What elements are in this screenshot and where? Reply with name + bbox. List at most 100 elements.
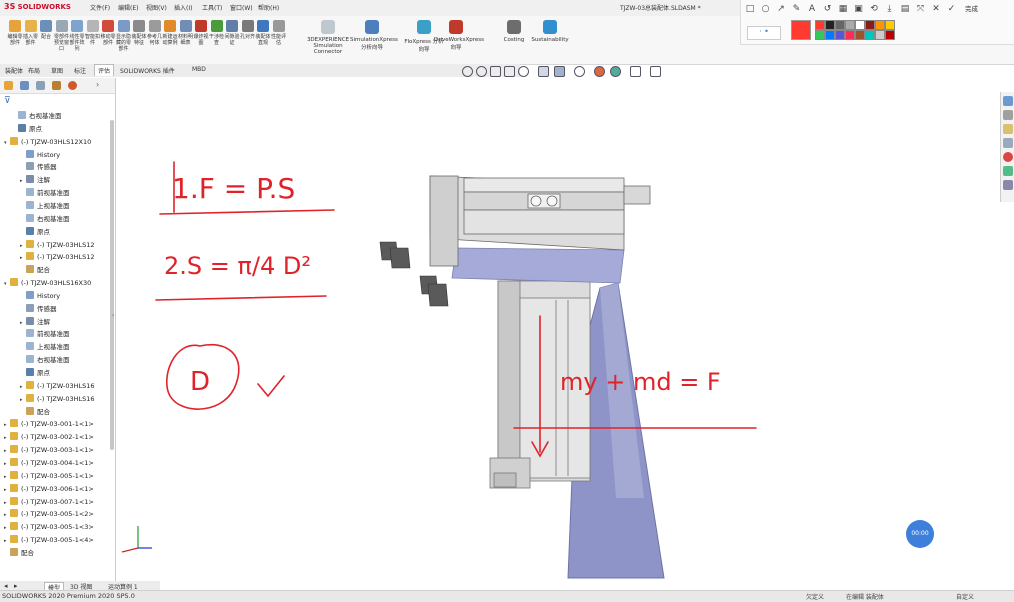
tree-item[interactable]: ▸ (-) TJZW-03-002-1<1> xyxy=(4,431,94,443)
tree-item[interactable]: 原点 xyxy=(12,123,42,135)
display-style-icon[interactable] xyxy=(554,66,565,77)
tree-item[interactable]: 传感器 xyxy=(20,303,57,315)
tree-item[interactable]: History xyxy=(20,290,60,302)
tree-item[interactable]: ▸ (-) TJZW-03-003-1<1> xyxy=(4,444,94,456)
chevron-right-icon[interactable]: › xyxy=(96,80,99,89)
solidworks-resources-icon[interactable] xyxy=(1003,96,1013,106)
filter-icon[interactable]: ⊽ xyxy=(4,96,11,106)
recording-timer[interactable]: 00:00 xyxy=(906,520,934,548)
tree-item[interactable]: 前视基准面 xyxy=(20,187,70,199)
zoom-to-area-icon[interactable] xyxy=(476,66,487,77)
tree-item[interactable]: ▸ 注解 xyxy=(20,174,50,186)
menu-insert[interactable]: 插入(I) xyxy=(174,3,192,12)
color-swatch[interactable] xyxy=(845,20,855,30)
zoom-to-fit-icon[interactable] xyxy=(462,66,473,77)
tab-scroll-left-icon[interactable]: ◂ xyxy=(4,582,8,590)
ribbon-button[interactable]: 性能评估 xyxy=(270,20,288,46)
tree-item[interactable]: ▾ (-) TJZW-03HLS12X10 xyxy=(4,136,91,148)
color-swatch[interactable] xyxy=(875,30,885,40)
menu-view[interactable]: 视图(V) xyxy=(146,3,167,12)
confirm-icon[interactable]: ✓ xyxy=(947,4,957,14)
tree-item[interactable]: 右视基准面 xyxy=(20,354,70,366)
expand-icon[interactable]: ⤧ xyxy=(916,4,926,14)
menu-file[interactable]: 文件(F) xyxy=(90,3,110,12)
color-swatch[interactable] xyxy=(885,30,895,40)
tree-item[interactable]: ▸ (-) TJZW-03-005-1<4> xyxy=(4,534,94,546)
color-swatch[interactable] xyxy=(825,20,835,30)
dynamic-annotation-icon[interactable] xyxy=(518,66,529,77)
view-palette-icon[interactable] xyxy=(1003,138,1013,148)
menu-window[interactable]: 窗口(W) xyxy=(230,3,253,12)
redo-icon[interactable]: ⟲ xyxy=(869,4,879,14)
tree-item[interactable]: ▸ (-) TJZW-03HLS16 xyxy=(20,393,95,405)
collapse-panel-icon[interactable]: ‹ xyxy=(112,312,114,319)
edit-appearance-icon[interactable] xyxy=(594,66,605,77)
mosaic-tool-icon[interactable]: ▦ xyxy=(838,4,848,14)
tree-item[interactable]: ▸ (-) TJZW-03-007-1<1> xyxy=(4,496,94,508)
done-button[interactable]: 完成 xyxy=(965,3,978,13)
color-swatch[interactable] xyxy=(875,20,885,30)
color-swatch[interactable] xyxy=(855,30,865,40)
apply-scene-icon[interactable] xyxy=(610,66,621,77)
display-manager-icon[interactable] xyxy=(68,81,77,90)
tab-5[interactable]: SOLIDWORKS 插件 xyxy=(117,66,178,75)
stroke-size-picker[interactable]: · • xyxy=(747,26,781,40)
tree-item[interactable]: History xyxy=(20,149,60,161)
tree-item[interactable]: ▸ (-) TJZW-03-005-1<1> xyxy=(4,470,94,482)
dimxpert-manager-icon[interactable] xyxy=(52,81,61,90)
tree-item[interactable]: 传感器 xyxy=(20,161,57,173)
menu-edit[interactable]: 编辑(E) xyxy=(118,3,138,12)
save-icon[interactable]: ⤓ xyxy=(885,4,895,14)
tree-item[interactable]: 右视基准面 xyxy=(12,110,62,122)
tree-item[interactable]: ▸ (-) TJZW-03-001-1<1> xyxy=(4,418,94,430)
view-settings-icon[interactable] xyxy=(630,66,641,77)
tree-item[interactable]: 配合 xyxy=(4,547,34,559)
undo-icon[interactable]: ↺ xyxy=(823,4,833,14)
tab-3[interactable]: 标注 xyxy=(71,66,89,75)
current-color-swatch[interactable] xyxy=(791,20,811,40)
display-pane-icon[interactable] xyxy=(650,66,661,77)
color-swatch[interactable] xyxy=(845,30,855,40)
graphics-area[interactable]: 1.F = P.S 2.S = π/4 D² D my + md = F xyxy=(116,78,1000,581)
tab-scroll-right-icon[interactable]: ▸ xyxy=(14,582,18,590)
color-swatch[interactable] xyxy=(825,30,835,40)
color-swatch[interactable] xyxy=(865,20,875,30)
tree-item[interactable]: 原点 xyxy=(20,226,50,238)
tree-item[interactable]: 配合 xyxy=(20,264,50,276)
hide-show-items-icon[interactable] xyxy=(574,66,585,77)
tree-item[interactable]: ▸ (-) TJZW-03-004-1<1> xyxy=(4,457,94,469)
tree-item[interactable]: ▸ (-) TJZW-03HLS16 xyxy=(20,380,95,392)
ribbon-large-button[interactable]: DriveWorksXpress 向导 xyxy=(434,20,484,51)
pen-tool-icon[interactable]: ✎ xyxy=(792,4,802,14)
tree-item[interactable]: ▸ (-) TJZW-03-005-1<2> xyxy=(4,508,94,520)
status-units[interactable]: 自定义 xyxy=(956,592,974,601)
solidworks-logo[interactable]: 3S SOLIDWORKS xyxy=(4,2,76,14)
tree-item[interactable]: 上视基准面 xyxy=(20,341,70,353)
ribbon-large-button[interactable]: SimulationXpress 分析向导 xyxy=(350,20,398,51)
highlight-tool-icon[interactable]: ▣ xyxy=(854,4,864,14)
ribbon-large-button[interactable]: 3DEXPERIENCE Simulation Connector xyxy=(306,20,350,55)
tree-item[interactable]: 上视基准面 xyxy=(20,200,70,212)
view-orientation-icon[interactable] xyxy=(538,66,549,77)
tree-item[interactable]: ▸ (-) TJZW-03HLS12 xyxy=(20,251,95,263)
menu-help[interactable]: 帮助(H) xyxy=(258,3,279,12)
close-icon[interactable]: ✕ xyxy=(931,4,941,14)
color-swatch[interactable] xyxy=(835,30,845,40)
property-manager-icon[interactable] xyxy=(20,81,29,90)
tree-item[interactable]: 右视基准面 xyxy=(20,213,70,225)
previous-view-icon[interactable] xyxy=(490,66,501,77)
tree-item[interactable]: 前视基准面 xyxy=(20,328,70,340)
tab-4[interactable]: 评估 xyxy=(94,64,115,76)
ribbon-large-button[interactable]: Sustainability xyxy=(528,20,572,43)
tab-1[interactable]: 布局 xyxy=(25,66,43,75)
tree-item[interactable]: ▾ (-) TJZW-03HLS16X30 xyxy=(4,277,91,289)
feature-manager-icon[interactable] xyxy=(4,81,13,90)
tab-0[interactable]: 装配体 xyxy=(2,66,26,75)
section-view-icon[interactable] xyxy=(504,66,515,77)
file-explorer-icon[interactable] xyxy=(1003,124,1013,134)
solidworks-forum-icon[interactable] xyxy=(1003,180,1013,190)
tab-6[interactable]: MBD xyxy=(189,66,209,73)
configuration-manager-icon[interactable] xyxy=(36,81,45,90)
tree-item[interactable]: ▸ (-) TJZW-03HLS12 xyxy=(20,239,95,251)
tab-2[interactable]: 草图 xyxy=(48,66,66,75)
